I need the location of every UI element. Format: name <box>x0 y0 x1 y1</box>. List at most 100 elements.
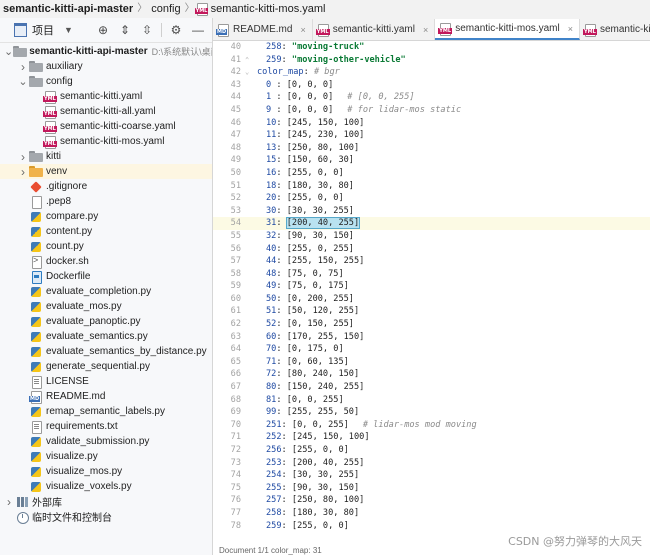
code-line[interactable]: 59 49: [75, 0, 175] <box>213 280 650 293</box>
code-line[interactable]: 46 10: [245, 150, 100] <box>213 117 650 130</box>
code-line[interactable]: 43 0 : [0, 0, 0] <box>213 79 650 92</box>
tree-item[interactable]: ⌄ config <box>0 74 212 89</box>
tree-item[interactable]: evaluate_semantics_by_distance.py <box>0 344 212 359</box>
code-line[interactable]: 41 ⌃ 259: "moving-other-vehicle" <box>213 54 650 67</box>
code-line[interactable]: 45 9 : [0, 0, 0] # for lidar-mos static <box>213 104 650 117</box>
tree-item[interactable]: semantic-kitti-coarse.yaml <box>0 119 212 134</box>
tree-item[interactable]: compare.py <box>0 209 212 224</box>
project-panel-title[interactable]: 项目 <box>32 22 54 38</box>
chevron-down-icon[interactable]: ⌄ <box>4 46 13 57</box>
code-line[interactable]: 77 258: [180, 30, 80] <box>213 507 650 520</box>
tree-item[interactable]: evaluate_panoptic.py <box>0 314 212 329</box>
fold-marker-icon[interactable]: ⌃ <box>245 54 249 67</box>
code-line[interactable]: 51 18: [180, 30, 80] <box>213 180 650 193</box>
code-line[interactable]: 58 48: [75, 0, 75] <box>213 268 650 281</box>
tree-item[interactable]: ⌄ semantic-kitti-api-masterD:\系统默认\桌面\... <box>0 44 212 59</box>
yaml-key: 258 <box>266 507 282 518</box>
tree-item[interactable]: › kitti <box>0 149 212 164</box>
code-line[interactable]: 55 32: [90, 30, 150] <box>213 230 650 243</box>
code-line[interactable]: 72 256: [255, 0, 0] <box>213 444 650 457</box>
tree-item[interactable]: count.py <box>0 239 212 254</box>
tree-item[interactable]: visualize.py <box>0 449 212 464</box>
code-line[interactable]: 50 16: [255, 0, 0] <box>213 167 650 180</box>
tree-item[interactable]: semantic-kitti-mos.yaml <box>0 134 212 149</box>
collapse-all-icon[interactable]: ⇳ <box>137 21 157 39</box>
code-line[interactable]: 40 258: "moving-truck" <box>213 41 650 54</box>
tree-item[interactable]: validate_submission.py <box>0 434 212 449</box>
tree-item[interactable]: generate_sequential.py <box>0 359 212 374</box>
code-line[interactable]: 49 15: [150, 60, 30] <box>213 154 650 167</box>
target-icon[interactable]: ⊕ <box>93 21 113 39</box>
code-line[interactable]: 64 70: [0, 175, 0] <box>213 343 650 356</box>
code-line[interactable]: 42 ⌄ color_map: # bgr <box>213 66 650 79</box>
chevron-down-icon[interactable]: ▼ <box>64 25 73 35</box>
code-line[interactable]: 78 259: [255, 0, 0] <box>213 520 650 533</box>
tree-item[interactable]: remap_semantic_labels.py <box>0 404 212 419</box>
breadcrumb-folder[interactable]: config <box>148 0 183 18</box>
yaml-key: 11 <box>266 130 277 141</box>
close-icon[interactable]: × <box>568 24 573 34</box>
tree-item[interactable]: content.py <box>0 224 212 239</box>
breadcrumb-project[interactable]: semantic-kitti-api-master <box>0 0 136 18</box>
code-line[interactable]: 71 252: [245, 150, 100] <box>213 431 650 444</box>
code-line[interactable]: 48 13: [250, 80, 100] <box>213 142 650 155</box>
code-line[interactable]: 75 255: [90, 30, 150] <box>213 482 650 495</box>
tree-item[interactable]: semantic-kitti-all.yaml <box>0 104 212 119</box>
tree-item[interactable]: › auxiliary <box>0 59 212 74</box>
tree-item[interactable]: evaluate_mos.py <box>0 299 212 314</box>
editor-tab[interactable]: README.md × <box>213 19 313 40</box>
tree-item[interactable]: README.md <box>0 389 212 404</box>
tree-item[interactable]: › 外部库 <box>0 494 212 510</box>
code-line[interactable]: 74 254: [30, 30, 255] <box>213 469 650 482</box>
code-editor[interactable]: 40 258: "moving-truck" 41 ⌃ 259: "moving-oth… <box>213 41 650 551</box>
chevron-right-icon[interactable]: › <box>4 495 14 509</box>
tree-item[interactable]: LICENSE <box>0 374 212 389</box>
code-line[interactable]: 53 30: [30, 30, 255] <box>213 205 650 218</box>
tree-item[interactable]: .pep8 <box>0 194 212 209</box>
chevron-down-icon[interactable]: ⌄ <box>18 76 28 87</box>
editor-tab[interactable]: semantic-kitti.yaml × <box>313 19 436 40</box>
code-line[interactable]: 60 50: [0, 200, 255] <box>213 293 650 306</box>
gear-icon[interactable]: ⚙ <box>166 21 186 39</box>
editor-tab[interactable]: semantic-kitti-coarse.yaml <box>580 19 650 40</box>
chevron-right-icon[interactable]: › <box>18 60 28 74</box>
code-line[interactable]: 56 40: [255, 0, 255] <box>213 243 650 256</box>
code-line[interactable]: 52 20: [255, 0, 0] <box>213 192 650 205</box>
expand-all-icon[interactable]: ⇕ <box>115 21 135 39</box>
tree-item[interactable]: › venv <box>0 164 212 179</box>
tree-item[interactable]: requirements.txt <box>0 419 212 434</box>
code-line[interactable]: 73 253: [200, 40, 255] <box>213 457 650 470</box>
code-line[interactable]: 68 81: [0, 0, 255] <box>213 394 650 407</box>
code-line[interactable]: 54 31: [200, 40, 255] <box>213 217 650 230</box>
code-line[interactable]: 44 1 : [0, 0, 0] # [0, 0, 255] <box>213 91 650 104</box>
code-line[interactable]: 62 52: [0, 150, 255] <box>213 318 650 331</box>
code-line[interactable]: 76 257: [250, 80, 100] <box>213 494 650 507</box>
code-line[interactable]: 63 60: [170, 255, 150] <box>213 331 650 344</box>
chevron-right-icon[interactable]: › <box>18 165 28 179</box>
tree-item[interactable]: semantic-kitti.yaml <box>0 89 212 104</box>
tree-item[interactable]: evaluate_completion.py <box>0 284 212 299</box>
code-line[interactable]: 65 71: [0, 60, 135] <box>213 356 650 369</box>
code-line[interactable]: 69 99: [255, 255, 50] <box>213 406 650 419</box>
fold-marker-icon[interactable]: ⌄ <box>245 66 249 79</box>
minimize-icon[interactable]: — <box>188 21 208 39</box>
code-line[interactable]: 67 80: [150, 240, 255] <box>213 381 650 394</box>
tree-item[interactable]: Dockerfile <box>0 269 212 284</box>
breadcrumb-file[interactable]: semantic-kitti-mos.yaml <box>208 0 329 18</box>
code-line[interactable]: 57 44: [255, 150, 255] <box>213 255 650 268</box>
code-line[interactable]: 61 51: [50, 120, 255] <box>213 305 650 318</box>
code-line[interactable]: 66 72: [80, 240, 150] <box>213 368 650 381</box>
code-line[interactable]: 47 11: [245, 230, 100] <box>213 129 650 142</box>
tree-item[interactable]: 临时文件和控制台 <box>0 509 212 524</box>
tree-item[interactable]: docker.sh <box>0 254 212 269</box>
tree-item[interactable]: visualize_voxels.py <box>0 479 212 494</box>
close-icon[interactable]: × <box>423 25 428 35</box>
tree-item[interactable]: evaluate_semantics.py <box>0 329 212 344</box>
tree-item[interactable]: visualize_mos.py <box>0 464 212 479</box>
tree-item-path-hint: D:\系统默认\桌面\... <box>151 47 212 57</box>
chevron-right-icon[interactable]: › <box>18 150 28 164</box>
close-icon[interactable]: × <box>300 25 305 35</box>
tree-item[interactable]: .gitignore <box>0 179 212 194</box>
code-line[interactable]: 70 251: [0, 0, 255] # lidar-mos mod moving <box>213 419 650 432</box>
editor-tab[interactable]: semantic-kitti-mos.yaml × <box>435 19 580 40</box>
